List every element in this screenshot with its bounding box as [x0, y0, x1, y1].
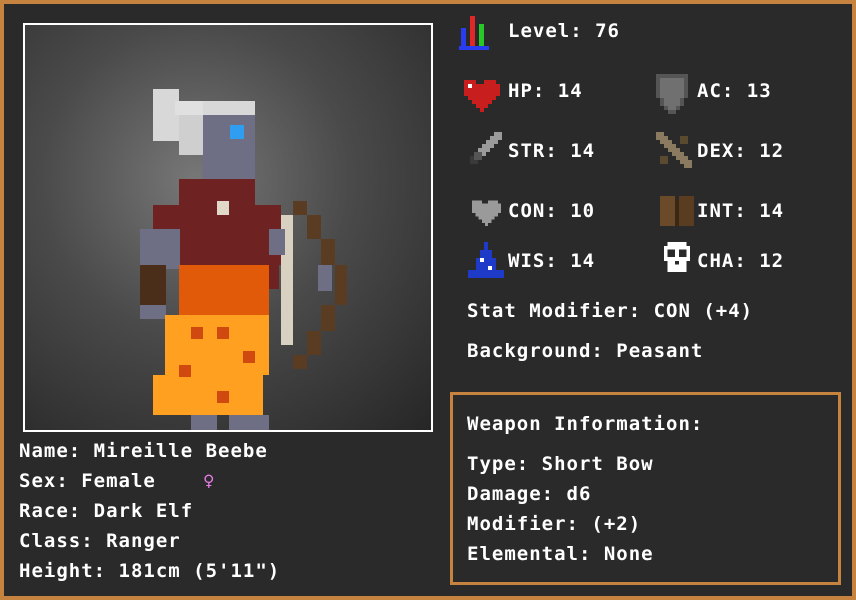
crossed-daggers-icon [656, 132, 692, 168]
character-height: Height: 181cm (5'11") [19, 560, 281, 582]
weapon-damage: Damage: d6 [467, 483, 592, 505]
character-sheet-frame: Name: Mireille Beebe Sex: Female ♀ Race:… [0, 0, 856, 600]
wizard-hat-icon [468, 242, 504, 278]
hp-value: HP: 14 [508, 80, 583, 102]
character-portrait [23, 23, 433, 432]
female-symbol-icon: ♀ [203, 470, 216, 492]
grey-heart-icon [472, 200, 501, 226]
cha-value: CHA: 12 [697, 250, 785, 272]
character-race: Race: Dark Elf [19, 500, 194, 522]
con-value: CON: 10 [508, 200, 596, 222]
wis-value: WIS: 14 [508, 250, 596, 272]
character-class: Class: Ranger [19, 530, 181, 552]
heart-icon [464, 80, 500, 112]
shield-icon [656, 74, 688, 114]
character-name: Name: Mireille Beebe [19, 440, 268, 462]
int-value: INT: 14 [697, 200, 785, 222]
level-bars-icon [459, 10, 499, 50]
weapon-type: Type: Short Bow [467, 453, 654, 475]
weapon-modifier: Modifier: (+2) [467, 513, 642, 535]
stat-modifier: Stat Modifier: CON (+4) [467, 300, 754, 322]
str-value: STR: 14 [508, 140, 596, 162]
dex-value: DEX: 12 [697, 140, 785, 162]
ranger-sprite [140, 89, 347, 430]
skull-icon [663, 242, 691, 273]
ac-value: AC: 13 [697, 80, 772, 102]
weapon-info-title: Weapon Information: [467, 413, 704, 435]
weapon-elemental: Elemental: None [467, 543, 654, 565]
level-value: Level: 76 [508, 20, 620, 42]
weapon-info-panel: Weapon Information: Type: Short Bow Dama… [450, 392, 841, 585]
book-icon [660, 195, 694, 226]
character-sex: Sex: Female [19, 470, 156, 492]
sword-icon [470, 132, 502, 164]
background: Background: Peasant [467, 340, 704, 362]
